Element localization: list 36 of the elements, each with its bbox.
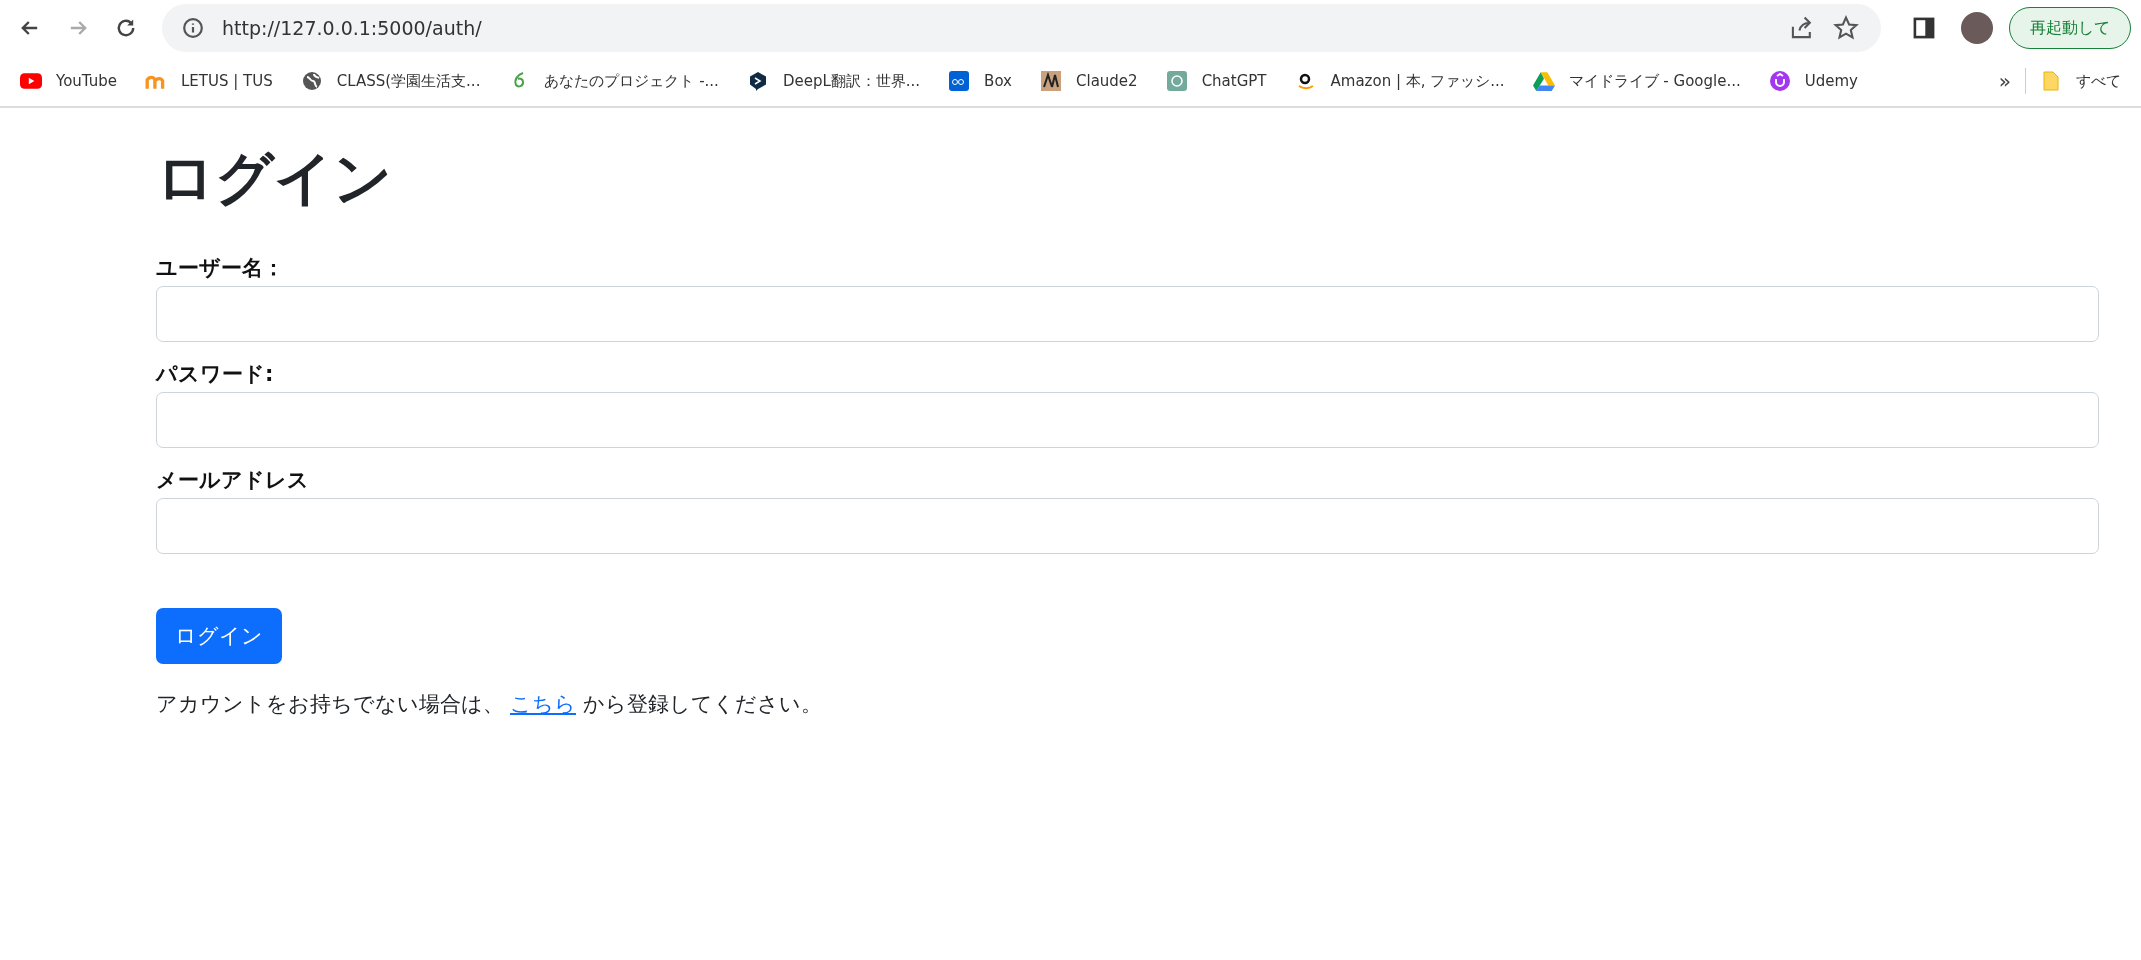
triangle-logo-icon xyxy=(1532,71,1555,91)
bookmark-link[interactable]: CLASS(学園生活支... xyxy=(336,71,481,91)
bookmark-link[interactable]: LETUS | TUS xyxy=(181,72,273,90)
bookmark-link[interactable]: Box xyxy=(984,72,1012,90)
field-label: パスワード: xyxy=(156,360,275,388)
bookmark-folder[interactable]: すべて xyxy=(2076,71,2121,91)
field-label: メールアドレス xyxy=(156,466,310,494)
bookmark-link[interactable]: Amazon | 本, ファッシ... xyxy=(1330,71,1505,91)
globe-icon xyxy=(300,71,323,91)
side-panel-icon[interactable] xyxy=(1911,15,1937,41)
bookmark-link[interactable]: マイドライブ - Google... xyxy=(1568,71,1741,91)
bookmark-link[interactable]: YouTube xyxy=(56,72,117,90)
input-field[interactable] xyxy=(156,285,2099,342)
star-icon[interactable] xyxy=(1833,15,1859,41)
register-text: アカウントをお持ちでない場合は、 こちら から登録してください。 xyxy=(156,690,823,718)
bookmark-link[interactable]: あなたのプロジェクト -... xyxy=(544,71,719,91)
bookmark-link[interactable]: Udemy xyxy=(1804,72,1858,90)
url-text: http://127.0.0.1:5000/auth/ xyxy=(222,17,482,39)
play-icon xyxy=(20,71,42,91)
field-label: ユーザー名： xyxy=(156,254,285,282)
input-field[interactable] xyxy=(156,497,2099,554)
page-title: ログイン xyxy=(156,144,393,214)
more-bookmarks-button[interactable]: » xyxy=(1998,69,2011,93)
login-button[interactable]: ログイン xyxy=(156,607,282,664)
bookmark-link[interactable]: ChatGPT xyxy=(1201,72,1267,90)
folder-icon xyxy=(2040,71,2062,91)
register-link[interactable]: こちら xyxy=(510,691,576,716)
restart-button[interactable]: 再起動して xyxy=(2009,7,2131,49)
box-logo-icon xyxy=(948,71,971,91)
info-icon[interactable] xyxy=(182,17,204,39)
udemy-logo-icon xyxy=(1768,71,1791,91)
avatar[interactable] xyxy=(1961,12,1993,44)
bookmark-link[interactable]: Claude2 xyxy=(1076,72,1138,90)
input-field[interactable] xyxy=(156,391,2099,448)
address-bar[interactable]: http://127.0.0.1:5000/auth/ xyxy=(162,4,1881,52)
bookmark-link[interactable]: DeepL翻訳：世界... xyxy=(782,71,921,91)
